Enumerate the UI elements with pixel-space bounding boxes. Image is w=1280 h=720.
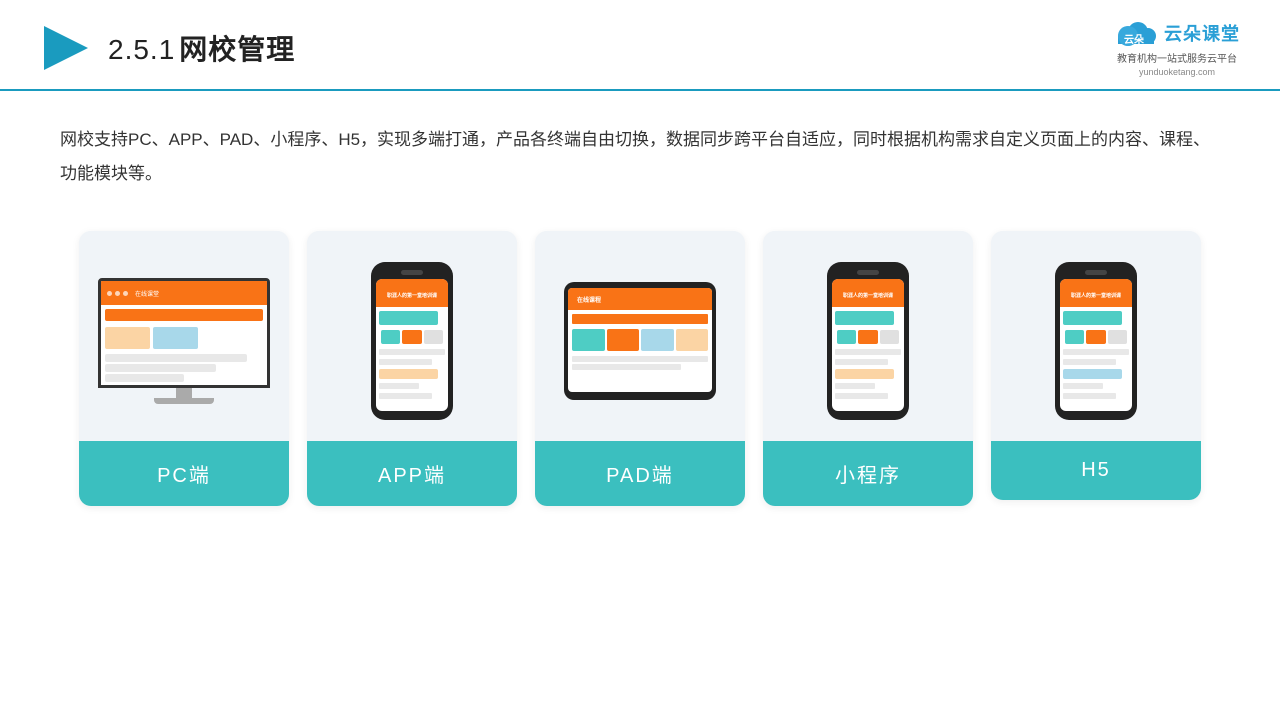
card-app-image: 职涯人的第一堂培训课 bbox=[307, 231, 517, 441]
card-pc: 在线课堂 bbox=[79, 231, 289, 506]
logo-brand-text: 云朵课堂 bbox=[1164, 20, 1240, 46]
logo-tagline: 教育机构一站式服务云平台 bbox=[1117, 50, 1237, 65]
card-miniprogram: 职涯人的第一堂培训课 bbox=[763, 231, 973, 506]
cards-container: 在线课堂 bbox=[0, 201, 1280, 506]
pad-device-mock: 在线课程 bbox=[564, 282, 716, 400]
h5-device-mock: 职涯人的第一堂培训课 bbox=[1055, 262, 1137, 420]
miniprogram-device-mock: 职涯人的第一堂培训课 bbox=[827, 262, 909, 420]
cloud-icon: 云朵 bbox=[1114, 18, 1158, 48]
card-pad-label: PAD端 bbox=[535, 441, 745, 506]
app-device-mock: 职涯人的第一堂培训课 bbox=[371, 262, 453, 420]
logo-url: yunduoketang.com bbox=[1139, 67, 1215, 77]
description-text: 网校支持PC、APP、PAD、小程序、H5，实现多端打通，产品各终端自由切换，数… bbox=[0, 91, 1280, 201]
card-miniprogram-label: 小程序 bbox=[763, 441, 973, 506]
card-app: 职涯人的第一堂培训课 bbox=[307, 231, 517, 506]
header-left: 2.5.1网校管理 bbox=[40, 22, 295, 74]
card-h5: 职涯人的第一堂培训课 bbox=[991, 231, 1201, 500]
pc-device-mock: 在线课堂 bbox=[98, 278, 270, 404]
card-pc-label: PC端 bbox=[79, 441, 289, 506]
page-title: 2.5.1网校管理 bbox=[108, 28, 295, 68]
card-h5-label: H5 bbox=[991, 441, 1201, 500]
card-miniprogram-image: 职涯人的第一堂培训课 bbox=[763, 231, 973, 441]
card-h5-image: 职涯人的第一堂培训课 bbox=[991, 231, 1201, 441]
logo-cloud: 云朵 云朵课堂 bbox=[1114, 18, 1240, 48]
header: 2.5.1网校管理 云朵 云朵课堂 教育机构一站式服务云平台 yunduoket… bbox=[0, 0, 1280, 91]
svg-text:云朵: 云朵 bbox=[1124, 34, 1144, 46]
card-pc-image: 在线课堂 bbox=[79, 231, 289, 441]
logo-area: 云朵 云朵课堂 教育机构一站式服务云平台 yunduoketang.com bbox=[1114, 18, 1240, 77]
play-icon bbox=[40, 22, 92, 74]
card-pad: 在线课程 bbox=[535, 231, 745, 506]
card-pad-image: 在线课程 bbox=[535, 231, 745, 441]
card-app-label: APP端 bbox=[307, 441, 517, 506]
